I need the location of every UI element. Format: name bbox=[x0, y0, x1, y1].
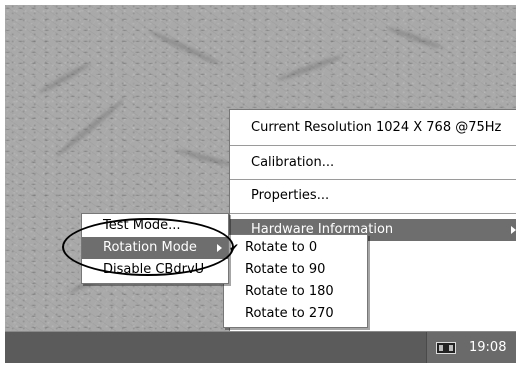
display-icon[interactable] bbox=[436, 342, 456, 354]
rotation-submenu: ✔ Rotate to 0 Rotate to 90 Rotate to 180… bbox=[223, 234, 368, 328]
menu-item-calibration[interactable]: Calibration... bbox=[230, 152, 516, 174]
menu-item-properties[interactable]: Properties... bbox=[230, 185, 516, 207]
menu-item-rotate-90[interactable]: Rotate to 90 bbox=[224, 259, 367, 281]
texture-streak bbox=[37, 60, 93, 96]
texture-streak bbox=[385, 24, 445, 52]
clock[interactable]: 19:08 bbox=[469, 340, 506, 355]
menu-item-rotation-mode[interactable]: Rotation Mode bbox=[82, 237, 228, 259]
texture-streak bbox=[53, 96, 127, 160]
submenu-arrow-icon bbox=[217, 244, 222, 252]
menu-separator bbox=[230, 213, 516, 214]
system-tray: 19:08 bbox=[426, 332, 516, 363]
menu-item-disable-driver[interactable]: Disable CBdrvU bbox=[82, 259, 228, 281]
taskbar: 19:08 bbox=[5, 331, 516, 363]
menu-item-rotate-180[interactable]: Rotate to 180 bbox=[224, 281, 367, 303]
texture-streak bbox=[175, 147, 235, 169]
checkmark-icon: ✔ bbox=[229, 241, 240, 255]
texture-streak bbox=[276, 53, 344, 83]
menu-item-test-mode[interactable]: Test Mode... bbox=[82, 215, 228, 237]
menu-item-label: Rotation Mode bbox=[103, 240, 197, 255]
screen: Current Resolution 1024 X 768 @75Hz Cali… bbox=[5, 5, 516, 363]
submenu-arrow-icon bbox=[511, 226, 516, 234]
menu-separator bbox=[230, 145, 516, 146]
menu-separator bbox=[230, 179, 516, 180]
menu-item-current-resolution[interactable]: Current Resolution 1024 X 768 @75Hz bbox=[230, 117, 516, 139]
menu-item-rotate-0[interactable]: ✔ Rotate to 0 bbox=[224, 237, 367, 259]
texture-streak bbox=[147, 28, 223, 68]
menu-item-label: Rotate to 0 bbox=[245, 240, 318, 255]
tool-menu: Test Mode... Rotation Mode Disable CBdrv… bbox=[81, 213, 229, 284]
menu-item-rotate-270[interactable]: Rotate to 270 bbox=[224, 303, 367, 325]
